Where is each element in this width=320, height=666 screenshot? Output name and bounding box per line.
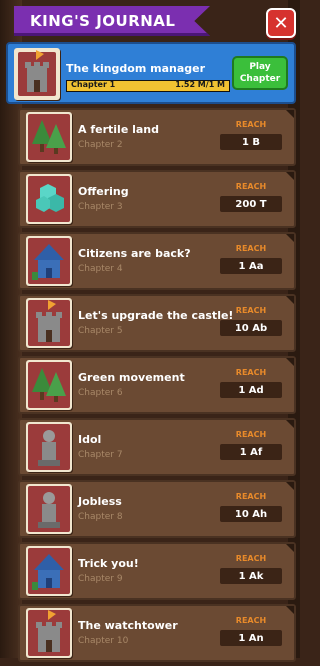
chapter-progress-bar: Chapter 1 1.52 M/1 M xyxy=(66,80,230,92)
row-corner-decoration xyxy=(286,544,294,552)
chapter-number: Chapter 8 xyxy=(78,512,123,522)
chapter-title: Citizens are back? xyxy=(78,247,191,260)
statue-icon xyxy=(26,484,72,534)
reach-value: 10 Ab xyxy=(220,320,282,336)
chapter-list: A fertile land Chapter 2 REACH 1 B Offer… xyxy=(18,108,296,666)
reach-label: REACH xyxy=(235,492,267,501)
house-icon xyxy=(26,546,72,596)
row-corner-decoration xyxy=(286,358,294,366)
reach-value: 10 Ah xyxy=(220,506,282,522)
house-icon xyxy=(26,236,72,286)
close-button[interactable]: ✕ xyxy=(266,8,296,38)
reach-value: 1 Ad xyxy=(220,382,282,398)
chapter-number: Chapter 7 xyxy=(78,450,123,460)
row-corner-decoration xyxy=(286,482,294,490)
reach-label: REACH xyxy=(235,244,267,253)
current-chapter-card: The kingdom manager Chapter 1 1.52 M/1 M… xyxy=(6,42,296,104)
row-corner-decoration xyxy=(286,110,294,118)
row-corner-decoration xyxy=(286,172,294,180)
gems-icon xyxy=(26,174,72,224)
chapter-title: A fertile land xyxy=(78,123,160,136)
reach-label: REACH xyxy=(235,616,267,625)
chapter-progress-label: Chapter 1 xyxy=(71,80,116,89)
reach-label: REACH xyxy=(235,120,267,129)
chapter-row-3[interactable]: Offering Chapter 3 REACH 200 T xyxy=(18,170,296,228)
castle-icon xyxy=(26,298,72,348)
chapter-row-5[interactable]: Let's upgrade the castle! Chapter 5 REAC… xyxy=(18,294,296,352)
chapter-number: Chapter 10 xyxy=(78,636,129,646)
row-corner-decoration xyxy=(286,420,294,428)
castle-icon xyxy=(14,48,60,100)
trees-icon xyxy=(26,112,72,162)
chapter-row-10[interactable]: The watchtower Chapter 10 REACH 1 An xyxy=(18,604,296,662)
chapter-number: Chapter 3 xyxy=(78,202,123,212)
reach-value: 1 Ak xyxy=(220,568,282,584)
chapter-title: Idol xyxy=(78,433,102,446)
row-corner-decoration xyxy=(286,234,294,242)
reach-label: REACH xyxy=(235,368,267,377)
chapter-title: Offering xyxy=(78,185,129,198)
current-chapter-title: The kingdom manager xyxy=(66,62,206,75)
chapter-row-4[interactable]: Citizens are back? Chapter 4 REACH 1 Aa xyxy=(18,232,296,290)
chapter-number: Chapter 6 xyxy=(78,388,123,398)
reach-label: REACH xyxy=(235,306,267,315)
statue-icon xyxy=(26,422,72,472)
chapter-number: Chapter 4 xyxy=(78,264,123,274)
chapter-row-9[interactable]: Trick you! Chapter 9 REACH 1 Ak xyxy=(18,542,296,600)
chapter-title: Green movement xyxy=(78,371,185,384)
reach-value: 1 Af xyxy=(220,444,282,460)
chapter-number: Chapter 5 xyxy=(78,326,123,336)
castle-icon xyxy=(26,608,72,658)
reach-value: 1 Aa xyxy=(220,258,282,274)
chapter-title: The watchtower xyxy=(78,619,178,632)
close-icon: ✕ xyxy=(273,12,289,34)
trees-icon xyxy=(26,360,72,410)
chapter-number: Chapter 2 xyxy=(78,140,123,150)
chapter-title: Let's upgrade the castle! xyxy=(78,309,234,322)
chapter-row-2[interactable]: A fertile land Chapter 2 REACH 1 B xyxy=(18,108,296,166)
row-corner-decoration xyxy=(286,606,294,614)
chapter-row-8[interactable]: Jobless Chapter 8 REACH 10 Ah xyxy=(18,480,296,538)
reach-value: 1 An xyxy=(220,630,282,646)
chapter-row-6[interactable]: Green movement Chapter 6 REACH 1 Ad xyxy=(18,356,296,414)
chapter-title: Jobless xyxy=(78,495,122,508)
chapter-row-7[interactable]: Idol Chapter 7 REACH 1 Af xyxy=(18,418,296,476)
reach-label: REACH xyxy=(235,430,267,439)
journal-title: KING'S JOURNAL xyxy=(30,12,176,30)
reach-label: REACH xyxy=(235,182,267,191)
reach-label: REACH xyxy=(235,554,267,563)
play-chapter-button[interactable]: Play Chapter xyxy=(232,56,288,90)
reach-value: 200 T xyxy=(220,196,282,212)
row-corner-decoration xyxy=(286,296,294,304)
chapter-progress-value: 1.52 M/1 M xyxy=(175,80,225,89)
reach-value: 1 B xyxy=(220,134,282,150)
chapter-number: Chapter 9 xyxy=(78,574,123,584)
chapter-title: Trick you! xyxy=(78,557,139,570)
